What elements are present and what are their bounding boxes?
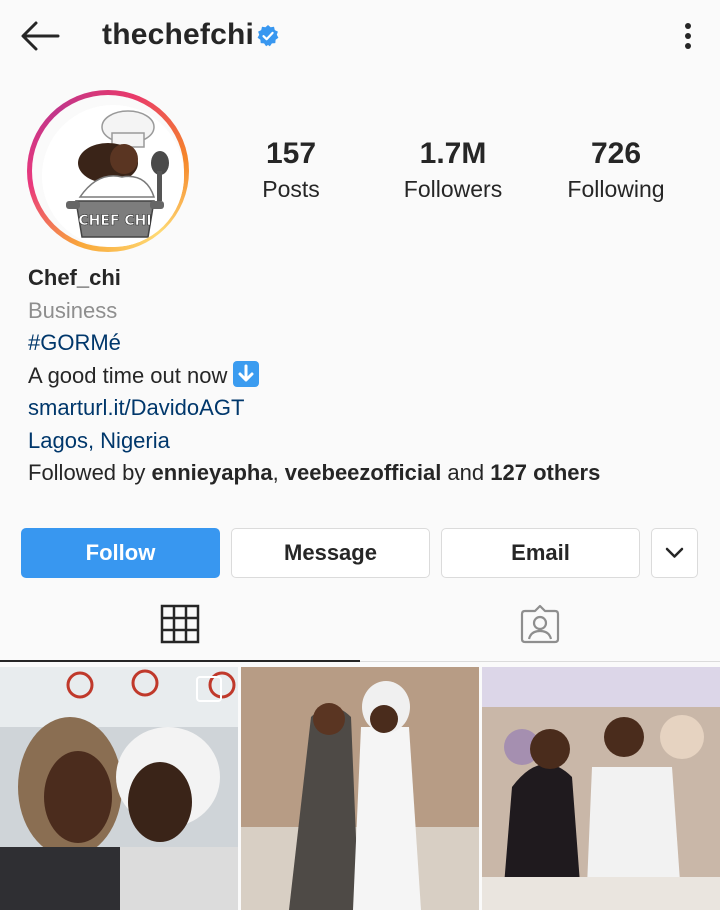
more-vertical-icon[interactable]	[674, 18, 702, 54]
bio-text: A good time out now	[28, 362, 228, 388]
profile-bio: Chef_chi Business #GORMé A good time out…	[28, 262, 708, 490]
tagged-person-icon	[520, 604, 560, 644]
post-thumbnail-2[interactable]	[241, 667, 479, 910]
followed-by-prefix: Followed by	[28, 460, 152, 485]
stat-followers[interactable]: 1.7M Followers	[373, 136, 533, 206]
verified-badge-icon	[256, 24, 280, 48]
hashtag-link[interactable]: #GORMé	[28, 327, 708, 360]
story-ring[interactable]: CHEF CHI	[27, 90, 189, 252]
category-label: Business	[28, 297, 118, 323]
tab-tagged[interactable]	[360, 590, 720, 662]
message-button[interactable]: Message	[231, 528, 430, 578]
followed-by-sep: ,	[272, 460, 285, 485]
display-name: Chef_chi	[28, 265, 121, 290]
followed-by-and: and	[441, 460, 491, 485]
suggested-dropdown-button[interactable]	[651, 528, 698, 578]
chevron-down-icon	[665, 547, 684, 558]
posts-count: 157	[265, 137, 317, 170]
avatar-logo-text: CHEF CHI	[78, 213, 151, 229]
following-count: 726	[590, 137, 642, 170]
top-bar: thechefchi	[0, 0, 720, 72]
avatar: CHEF CHI	[42, 105, 184, 247]
bio-line: A good time out now	[28, 360, 708, 393]
stat-posts[interactable]: 157 Posts	[211, 136, 371, 206]
followed-by-user-1: ennieyapha	[151, 460, 273, 485]
followed-by-others: 127 others	[490, 460, 601, 485]
following-label: Following	[567, 176, 665, 202]
email-button[interactable]: Email	[441, 528, 640, 578]
grid-icon	[160, 604, 200, 644]
followers-label: Followers	[403, 176, 503, 202]
followers-count: 1.7M	[419, 137, 487, 170]
posts-label: Posts	[262, 176, 320, 202]
post-thumbnail-3[interactable]	[482, 667, 720, 910]
post-thumbnail-1[interactable]	[0, 667, 238, 910]
followed-by[interactable]: Followed by ennieyapha, veebeezofficial …	[28, 457, 708, 490]
followed-by-user-2: veebeezofficial	[284, 460, 442, 485]
chef-logo-illustration: CHEF CHI	[42, 105, 184, 247]
follow-button[interactable]: Follow	[21, 528, 220, 578]
down-arrow-emoji-icon	[233, 360, 260, 387]
website-link[interactable]: smarturl.it/DavidoAGT	[28, 392, 708, 425]
profile-username: thechefchi	[102, 18, 255, 51]
location-link[interactable]: Lagos, Nigeria	[28, 425, 708, 458]
back-arrow-icon[interactable]	[18, 18, 62, 54]
stat-following[interactable]: 726 Following	[536, 136, 696, 206]
tab-posts-grid[interactable]	[0, 590, 360, 662]
